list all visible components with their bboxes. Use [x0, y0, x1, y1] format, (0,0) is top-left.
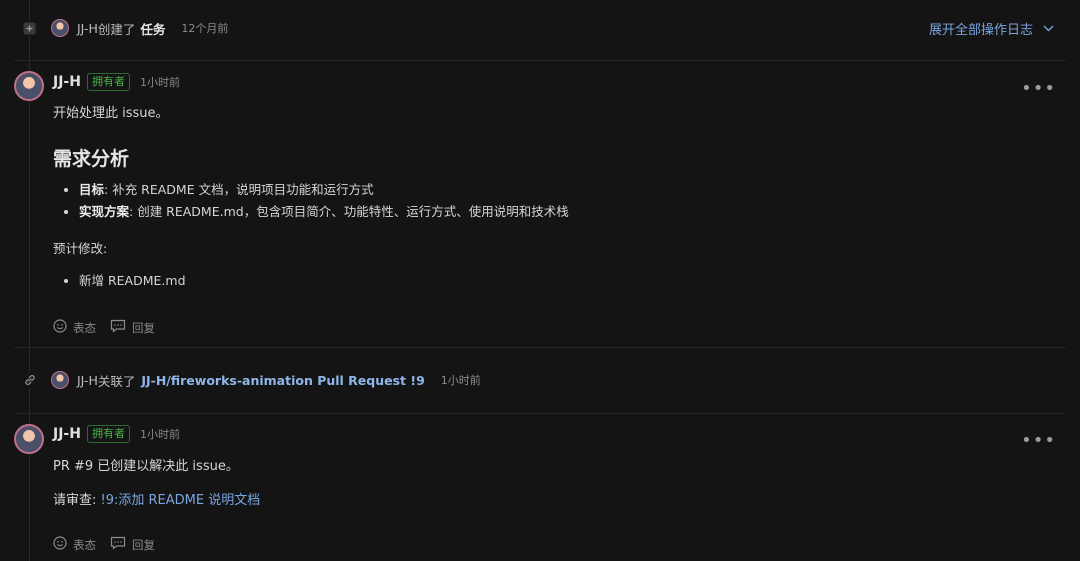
comment-author[interactable]: JJ-H: [53, 426, 81, 442]
reply-label: 回复: [132, 320, 155, 335]
event-actor[interactable]: JJ-H: [77, 373, 98, 388]
plus-square-icon: [22, 20, 37, 36]
more-options-button[interactable]: •••: [1021, 432, 1056, 450]
list-item: 新增 README.md: [79, 270, 186, 292]
section-heading: 需求分析: [53, 148, 130, 170]
link-icon: [22, 372, 37, 388]
react-label: 表态: [73, 320, 96, 335]
divider: [14, 60, 1066, 61]
event-time: 1小时前: [440, 374, 481, 387]
smile-icon: [53, 536, 67, 553]
list-item: 实现方案: 创建 README.md，包含项目简介、功能特性、运行方式、使用说明…: [79, 201, 569, 223]
review-link[interactable]: !9:添加 README 说明文档: [101, 493, 261, 508]
chevron-down-icon: [1043, 21, 1054, 36]
divider: [14, 413, 1066, 414]
list-item: 目标: 补充 README 文档，说明项目功能和运行方式: [79, 179, 569, 201]
reply-button[interactable]: 回复: [110, 536, 155, 553]
chat-bubble-icon: [110, 319, 126, 336]
comment-time: 1小时前: [139, 428, 180, 441]
avatar[interactable]: [51, 19, 69, 37]
comment-text: PR #9 已创建以解决此 issue。: [53, 459, 239, 474]
comment-intro: 开始处理此 issue。: [53, 106, 169, 121]
event-actor[interactable]: JJ-H: [77, 21, 98, 36]
reply-button[interactable]: 回复: [110, 319, 155, 336]
smile-icon: [53, 319, 67, 336]
react-button[interactable]: 表态: [53, 319, 96, 336]
expand-log-label: 展开全部操作日志: [928, 23, 1033, 38]
comment-author[interactable]: JJ-H: [53, 74, 81, 90]
comment-avatar[interactable]: [14, 71, 44, 101]
react-label: 表态: [73, 537, 96, 552]
review-request: 请审查: !9:添加 README 说明文档: [53, 489, 260, 508]
requirement-list: 目标: 补充 README 文档，说明项目功能和运行方式 实现方案: 创建 RE…: [53, 179, 569, 223]
review-label: 请审查:: [53, 493, 101, 508]
plan-label: 预计修改:: [53, 241, 108, 256]
link-event: JJ-H 关联了 JJ-H/fireworks-animation Pull R…: [0, 370, 1080, 390]
event-verb: 创建了: [97, 21, 136, 37]
event-time: 12个月前: [181, 22, 229, 35]
reply-label: 回复: [132, 537, 155, 552]
event-object: 任务: [140, 21, 166, 37]
create-event: JJ-H 创建了 任务 12个月前: [0, 18, 1080, 38]
comment-actions: 表态 回复: [53, 319, 155, 336]
owner-badge: 拥有者: [86, 73, 130, 91]
chat-bubble-icon: [110, 536, 126, 553]
pull-request-link[interactable]: JJ-H/fireworks-animation Pull Request !9: [141, 373, 424, 388]
comment-actions: 表态 回复: [53, 536, 155, 553]
event-verb: 关联了: [97, 373, 136, 389]
expand-log-button[interactable]: 展开全部操作日志: [929, 19, 1054, 38]
avatar[interactable]: [51, 371, 69, 389]
change-list: 新增 README.md: [53, 270, 186, 292]
owner-badge: 拥有者: [86, 425, 130, 443]
react-button[interactable]: 表态: [53, 536, 96, 553]
divider: [14, 347, 1066, 348]
comment-avatar[interactable]: [14, 424, 44, 454]
more-options-button[interactable]: •••: [1021, 80, 1056, 98]
comment-time: 1小时前: [139, 76, 180, 89]
